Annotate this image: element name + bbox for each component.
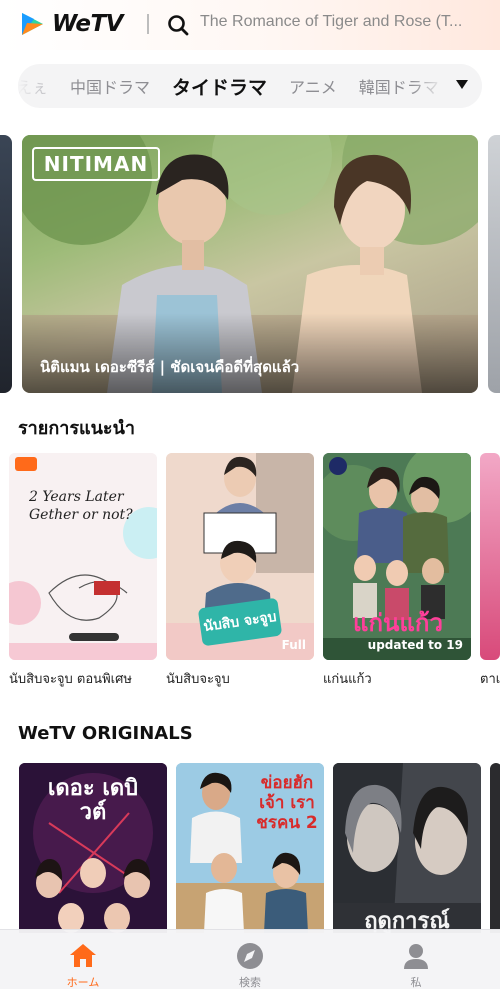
card-title[interactable]: แก่นแก้ว (323, 668, 372, 689)
wetv-mini-logo-icon (15, 457, 37, 471)
search-input[interactable]: The Romance of Tiger and Rose (T... (200, 13, 480, 31)
section-title-originals: WeTV ORIGINALS (18, 723, 193, 744)
compass-icon (237, 943, 263, 969)
poster-card[interactable]: ฤดูการณ์ ตาม (333, 763, 481, 933)
tab-chinese-drama[interactable]: 中国ドラマ (70, 74, 150, 98)
wetv-logo[interactable]: WeTV (18, 10, 124, 38)
nav-search[interactable]: 検索 (200, 930, 300, 989)
card-title[interactable]: นับสิบจะจูบ (166, 668, 230, 689)
status-badge: Full (281, 638, 306, 652)
card-title[interactable]: ตาเ (480, 668, 500, 689)
nav-label: ホーム (66, 976, 100, 989)
header-divider (147, 14, 149, 34)
channel-logo-icon (329, 457, 347, 475)
poster-card[interactable]: 2 Years Later Gether or not? (9, 453, 157, 660)
poster-title: 2 Years Later Gether or not? (29, 489, 133, 523)
card-title[interactable]: นับสิบจะจูบ ตอนพิเศษ (9, 668, 132, 689)
poster-art (9, 453, 157, 660)
status-badge: updated to 19 (367, 638, 463, 652)
poster-card[interactable]: นับสิบ จะจูบ Full (166, 453, 314, 660)
nav-label: 検索 (239, 976, 261, 989)
bottom-nav: ホーム 検索 私 (0, 929, 500, 989)
home-icon (70, 944, 96, 967)
tabs-fade-left (18, 64, 40, 108)
tab-thai-drama[interactable]: タイドラマ (172, 73, 267, 100)
poster-card[interactable] (480, 453, 500, 660)
nav-profile[interactable]: 私 (366, 930, 466, 989)
nav-label: 私 (410, 976, 422, 989)
brand-name: WeTV (52, 11, 124, 37)
poster-card[interactable] (490, 763, 500, 933)
poster-title: ข่อยฮักเจ้า เราชรคน 2 (256, 773, 318, 833)
poster-card[interactable]: แก่นแก้ว updated to 19 (323, 453, 471, 660)
poster-card[interactable]: เดอะ เดบิวต์ (19, 763, 167, 933)
banner-next-peek[interactable] (488, 135, 500, 393)
banner-gradient (22, 313, 478, 393)
poster-title: เดอะ เดบิวต์ (47, 776, 139, 825)
tabs-fade-right (412, 64, 482, 108)
wetv-play-icon (22, 13, 43, 35)
banner-caption: นิติแมน เดอะซีรีส์ | ชัดเจนคือดีที่สุดแล… (40, 358, 300, 376)
hero-banner[interactable]: NITIMAN นิติแมน เดอะซีรีส์ | ชัดเจนคือดี… (22, 135, 478, 393)
top-bar: WeTV The Romance of Tiger and Rose (T... (0, 0, 500, 50)
show-logo: NITIMAN (32, 147, 160, 181)
tab-anime[interactable]: アニメ (289, 74, 337, 98)
dropdown-arrow-icon[interactable] (456, 80, 468, 89)
category-tabs: えぇ 中国ドラマ タイドラマ アニメ 韓国ドラマ (18, 64, 482, 108)
section-title-recommended: รายการแนะนำ (18, 418, 135, 439)
poster-title: แก่นแก้ว (353, 609, 443, 637)
search-icon[interactable] (167, 14, 189, 36)
banner-prev-peek[interactable] (0, 135, 12, 393)
nav-home[interactable]: ホーム (33, 930, 133, 989)
poster-card[interactable]: ข่อยฮักเจ้า เราชรคน 2 (176, 763, 324, 933)
person-icon (404, 944, 428, 969)
